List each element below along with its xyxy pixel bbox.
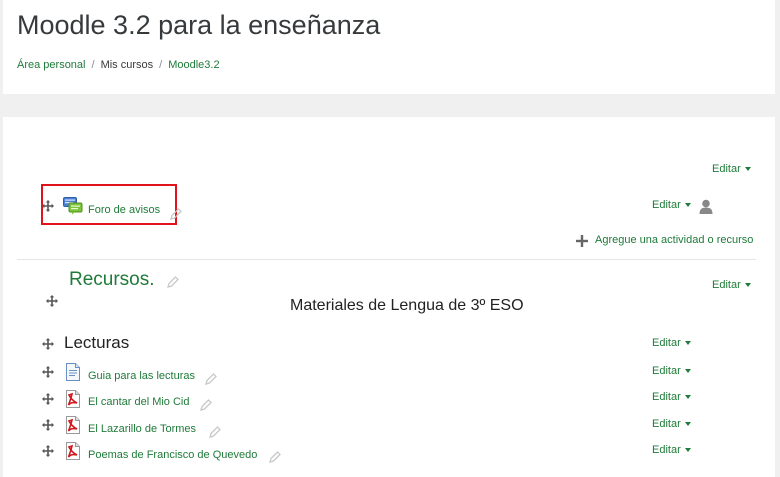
pencil-icon[interactable]	[204, 372, 218, 386]
pencil-icon[interactable]	[166, 275, 180, 289]
resource-edit-menu[interactable]: Editar	[652, 418, 691, 430]
caret-down-icon	[684, 203, 691, 208]
breadcrumb: Área personal / Mis cursos / Moodle3.2	[17, 59, 220, 71]
move-icon[interactable]	[42, 445, 54, 457]
breadcrumb-separator: /	[159, 59, 163, 71]
caret-down-icon	[744, 283, 751, 288]
section-divider	[17, 259, 756, 260]
resource-link[interactable]: El Lazarillo de Tormes	[88, 423, 196, 435]
resource-link[interactable]: Poemas de Francisco de Quevedo	[88, 449, 257, 461]
resource-edit-label: Editar	[652, 365, 681, 377]
section-1-edit-label: Editar	[712, 279, 741, 291]
section-1-summary: Materiales de Lengua de 3º ESO	[290, 297, 524, 314]
caret-down-icon	[684, 369, 691, 374]
section-1-edit-menu[interactable]: Editar	[712, 279, 751, 291]
caret-down-icon	[684, 395, 691, 400]
forum-activity-link[interactable]: Foro de avisos	[88, 204, 160, 216]
resource-edit-label: Editar	[652, 418, 681, 430]
move-icon[interactable]	[42, 200, 54, 212]
pencil-icon[interactable]	[169, 207, 183, 221]
caret-down-icon	[744, 167, 751, 172]
label-lecturas: Lecturas	[64, 333, 130, 352]
breadcrumb-area-personal[interactable]: Área personal	[17, 59, 86, 71]
pencil-icon[interactable]	[199, 398, 213, 412]
lecturas-edit-label: Editar	[652, 337, 681, 349]
caret-down-icon	[684, 422, 691, 427]
document-icon	[66, 363, 80, 381]
forum-edit-menu[interactable]: Editar	[652, 199, 691, 211]
pencil-icon[interactable]	[268, 450, 282, 464]
breadcrumb-course[interactable]: Moodle3.2	[168, 59, 219, 71]
caret-down-icon	[684, 448, 691, 453]
breadcrumb-separator: /	[91, 59, 95, 71]
breadcrumb-mis-cursos: Mis cursos	[100, 59, 154, 71]
resource-edit-menu[interactable]: Editar	[652, 365, 691, 377]
resource-link[interactable]: El cantar del Mio Cid	[88, 396, 190, 408]
move-icon[interactable]	[42, 366, 54, 378]
move-icon[interactable]	[42, 393, 54, 405]
resource-edit-label: Editar	[652, 391, 681, 403]
resource-edit-menu[interactable]: Editar	[652, 391, 691, 403]
resource-edit-menu[interactable]: Editar	[652, 444, 691, 456]
lecturas-edit-menu[interactable]: Editar	[652, 337, 691, 349]
user-icon[interactable]	[699, 199, 713, 214]
pdf-icon	[66, 442, 80, 460]
section-0-edit-menu[interactable]: Editar	[712, 163, 751, 175]
add-activity-link[interactable]: Agregue una actividad o recurso	[595, 234, 753, 246]
resource-link[interactable]: Guia para las lecturas	[88, 370, 195, 382]
move-icon[interactable]	[42, 338, 54, 350]
move-icon[interactable]	[46, 295, 58, 307]
forum-icon	[63, 197, 83, 215]
pdf-icon	[66, 416, 80, 434]
plus-icon	[576, 235, 588, 247]
section-0-edit-label: Editar	[712, 163, 741, 175]
move-icon[interactable]	[42, 419, 54, 431]
page-title: Moodle 3.2 para la enseñanza	[17, 10, 381, 40]
section-1-title[interactable]: Recursos.	[69, 269, 155, 291]
pencil-icon[interactable]	[208, 425, 222, 439]
pdf-icon	[66, 390, 80, 408]
resource-edit-label: Editar	[652, 444, 681, 456]
caret-down-icon	[684, 341, 691, 346]
forum-edit-label: Editar	[652, 199, 681, 211]
